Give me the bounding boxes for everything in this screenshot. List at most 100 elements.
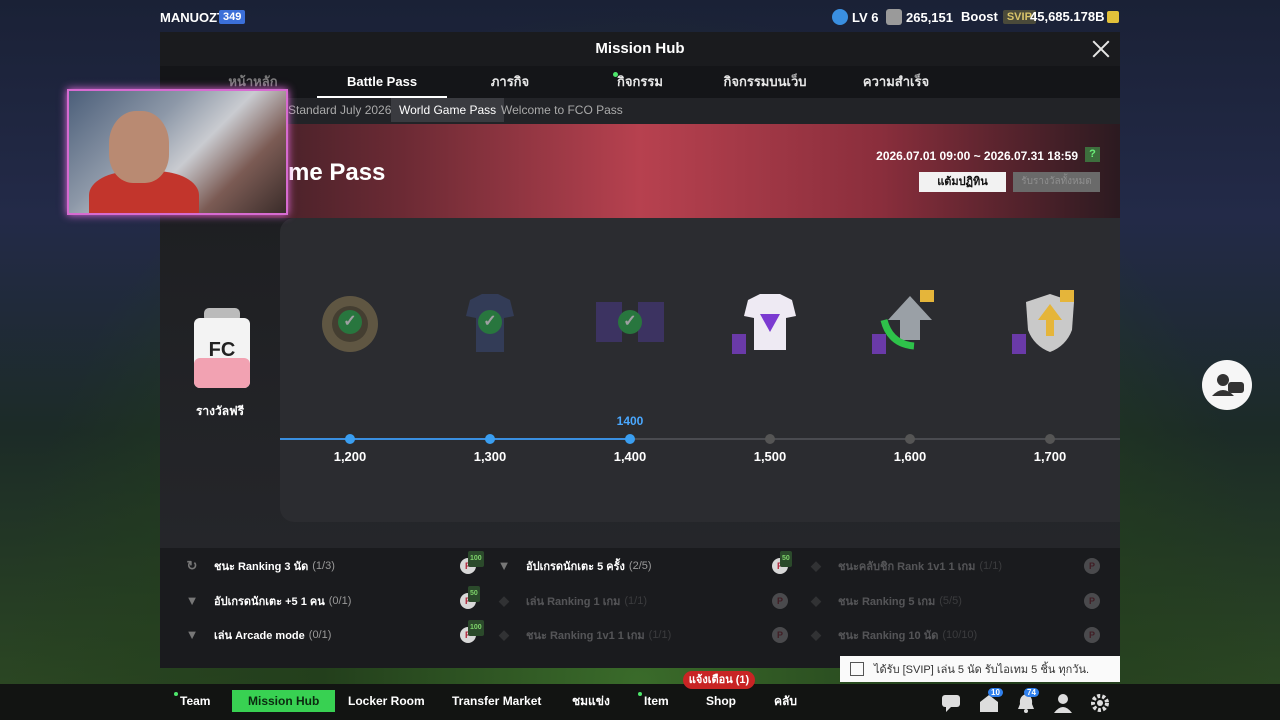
mission-icon: ◆ xyxy=(811,558,821,573)
claimed-check-icon: ✓ xyxy=(338,310,362,334)
tab-events[interactable]: กิจกรรม xyxy=(600,66,680,98)
alert-badge[interactable]: แจ้งเตือน (1) xyxy=(683,671,755,689)
points-icon: P50 xyxy=(460,586,480,609)
coin-value: 265,151 xyxy=(906,9,953,25)
nav-mission-hub[interactable]: Mission Hub xyxy=(232,690,336,712)
close-icon[interactable] xyxy=(1090,38,1112,60)
mission-icon: ▼ xyxy=(185,593,199,608)
nav-locker-room[interactable]: Locker Room xyxy=(344,690,429,712)
mission-list: ↻ ชนะ Ranking 3 นัด (1/3) ▼ อัปเกรดนักเตะ +… xyxy=(160,548,1120,668)
tab-battle-pass[interactable]: Battle Pass xyxy=(317,66,447,98)
level-label: 1,200 xyxy=(333,449,367,464)
support-button[interactable] xyxy=(1202,360,1252,410)
tab-achievements[interactable]: ความสำเร็จ xyxy=(856,66,936,98)
level-node xyxy=(485,434,495,444)
mission-progress: (1/3) xyxy=(312,560,335,572)
boost-label: Boost xyxy=(961,9,998,24)
user-level-badge: 349 xyxy=(219,10,246,24)
current-points: 1400 xyxy=(616,414,644,428)
claimed-check-icon: ✓ xyxy=(478,310,502,334)
subtab-welcome[interactable]: Welcome to FCO Pass xyxy=(493,98,631,122)
mission-row-completed: ◆ เล่น Ranking 1 เกม (1/1) xyxy=(496,589,647,613)
nav-watch[interactable]: ชมแข่ง xyxy=(568,690,614,712)
notice-bar[interactable]: ได้รับ [SVIP] เล่น 5 นัด รับไอเทม 5 ชิ้น… xyxy=(840,656,1120,682)
pass-dates: 2026.07.01 09:00 ~ 2026.07.31 18:59 xyxy=(876,149,1078,163)
points-value: 100 xyxy=(468,551,484,567)
nav-team[interactable]: Team xyxy=(174,690,214,712)
mission-row[interactable]: ▼ เล่น Arcade mode (0/1) xyxy=(184,623,332,647)
points-icon: P xyxy=(1084,627,1100,643)
nav-item[interactable]: Item xyxy=(638,690,673,712)
points-value: 100 xyxy=(468,620,484,636)
points-icon: P xyxy=(772,627,788,643)
nav-club[interactable]: คลับ xyxy=(770,690,801,712)
reward-kit[interactable] xyxy=(730,290,810,360)
streamer-head xyxy=(109,111,169,183)
level-text: LV 6 xyxy=(852,9,879,25)
progress-fill xyxy=(280,438,630,440)
points-icon: P xyxy=(772,593,788,609)
mission-text: ชนะ Ranking 5 เกม xyxy=(838,596,936,608)
level-label: 1,300 xyxy=(473,449,507,464)
tab-web-events[interactable]: กิจกรรมบนเว็บ xyxy=(715,66,815,98)
mission-row[interactable]: ▼ อัปเกรดนักเตะ +5 1 คน (0/1) xyxy=(184,589,352,613)
mission-progress: (10/10) xyxy=(942,629,978,641)
mission-text: ชนะ Ranking 3 นัด xyxy=(214,561,309,573)
reward-players-claimed[interactable]: ✓ xyxy=(590,290,670,360)
track-card xyxy=(280,218,1120,522)
shield-icon xyxy=(1012,290,1074,354)
bell-count: 74 xyxy=(1024,688,1039,697)
chat-icon[interactable] xyxy=(940,692,962,714)
reward-shield[interactable] xyxy=(1010,290,1090,360)
tab-missions[interactable]: ภารกิจ xyxy=(470,66,550,98)
level-label: 1,700 xyxy=(1033,449,1067,464)
notice-text: ได้รับ [SVIP] เล่น 5 นัด รับไอเทม 5 ชิ้น… xyxy=(874,664,1090,676)
pass-title: me Pass xyxy=(288,159,386,186)
bp-icon xyxy=(1107,10,1120,23)
hub-title: Mission Hub xyxy=(160,32,1120,66)
mission-row[interactable]: ↻ ชนะ Ranking 3 นัด (1/3) xyxy=(184,554,335,578)
reward-pack[interactable]: ✓ xyxy=(310,290,390,360)
tab-events-label: กิจกรรม xyxy=(617,74,663,89)
mission-progress: (0/1) xyxy=(328,595,352,607)
nav-transfer-market[interactable]: Transfer Market xyxy=(448,690,545,712)
gear-icon[interactable] xyxy=(1089,692,1111,714)
nav-label: Item xyxy=(644,694,669,708)
mission-row[interactable]: ▼ อัปเกรดนักเตะ 5 ครั้ง (2/5) xyxy=(496,554,652,578)
svg-text:FC: FC xyxy=(209,339,236,361)
mission-row-completed: ◆ ชนะ Ranking 10 นัด (10/10) xyxy=(808,623,977,647)
subtab-standard[interactable]: Standard July 2026 xyxy=(280,98,399,122)
coin-display: 265,151 xyxy=(886,9,953,25)
free-rewards-label: รางวัลฟรี xyxy=(195,404,245,418)
game-screen: MANUOZTI 349 LV 6 265,151 Boost SVIP 45,… xyxy=(0,0,1280,720)
nav-label: Team xyxy=(180,694,211,708)
mission-icon: ◆ xyxy=(811,627,821,642)
mission-row-completed: ◆ ชนะ Ranking 1v1 1 เกม (1/1) xyxy=(496,623,671,647)
claim-all-button[interactable]: รับรางวัลทั้งหมด xyxy=(1013,172,1100,192)
mission-row-completed: ◆ ชนะคลับชิก Rank 1v1 1 เกม (1/1) xyxy=(808,554,1002,578)
mission-text: อัปเกรดนักเตะ 5 ครั้ง xyxy=(526,561,625,573)
coin-icon xyxy=(886,9,902,25)
level-label: 1,500 xyxy=(753,449,787,464)
reward-track: FC รางวัลฟรี ✓ ✓ ✓ 1400 1,200 1,300 1,40… xyxy=(160,218,1120,548)
webcam-overlay xyxy=(67,89,288,215)
claimed-check-icon: ✓ xyxy=(618,310,642,334)
help-icon[interactable]: ? xyxy=(1085,147,1100,162)
nav-shop[interactable]: Shop xyxy=(702,690,740,712)
mission-text: ชนะ Ranking 10 นัด xyxy=(838,630,939,642)
subtab-world-game-pass[interactable]: World Game Pass xyxy=(391,98,505,122)
mail-count: 10 xyxy=(988,688,1003,697)
balance-display: 45,685.178B xyxy=(1030,9,1120,24)
profile-icon[interactable] xyxy=(1052,692,1074,714)
points-icon: P xyxy=(1084,558,1100,574)
chat-support-icon xyxy=(1212,374,1244,396)
points-button[interactable]: แต้มปฏิทิน xyxy=(919,172,1006,192)
mission-row-completed: ◆ ชนะ Ranking 5 เกม (5/5) xyxy=(808,589,962,613)
level-node xyxy=(345,434,355,444)
reward-upgrade[interactable] xyxy=(870,290,950,360)
reward-kit-claimed[interactable]: ✓ xyxy=(450,290,530,360)
mission-icon: ◆ xyxy=(811,593,821,608)
boost-display[interactable]: Boost SVIP xyxy=(961,9,1036,24)
new-dot xyxy=(174,692,178,696)
mission-icon: ▼ xyxy=(497,558,511,573)
